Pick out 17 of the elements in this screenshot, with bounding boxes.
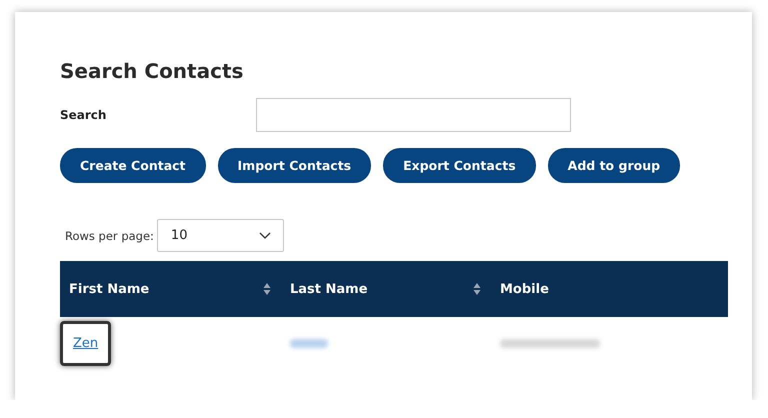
- action-button[interactable]: Add to group: [548, 148, 680, 183]
- action-button[interactable]: Import Contacts: [218, 148, 372, 183]
- sort-icon[interactable]: [263, 282, 271, 296]
- column-header[interactable]: Mobile: [500, 282, 549, 296]
- search-field[interactable]: [256, 98, 571, 132]
- action-button[interactable]: Create Contact: [60, 148, 206, 183]
- search-label: Search: [60, 108, 108, 122]
- contact-name-link[interactable]: Zen: [60, 320, 112, 366]
- blurred-text: [290, 338, 328, 348]
- chevron-down-icon: [258, 232, 271, 239]
- sort-icon[interactable]: [473, 282, 481, 296]
- page-title: Search Contacts: [60, 58, 244, 84]
- column-header[interactable]: First Name: [69, 282, 150, 296]
- rows-per-page-dropdown[interactable]: 10: [156, 219, 284, 252]
- action-button[interactable]: Export Contacts: [383, 148, 536, 183]
- column-header[interactable]: Last Name: [290, 282, 368, 296]
- rows-per-page-label: Rows per page:: [65, 228, 154, 242]
